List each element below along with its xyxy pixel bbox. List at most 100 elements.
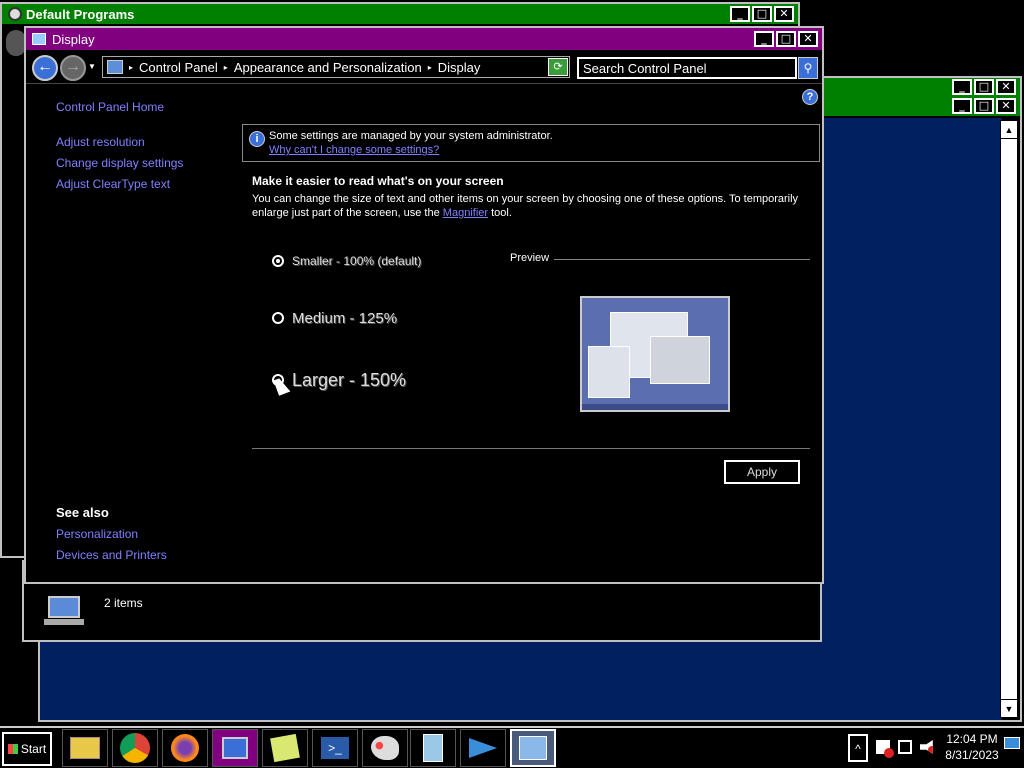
taskbar-remote-desktop[interactable] (212, 729, 258, 767)
admin-notice-text: Some settings are managed by your system… (269, 130, 553, 142)
close-button[interactable]: ✕ (996, 98, 1016, 114)
back-arrow-icon: ← (37, 58, 53, 75)
why-cant-change-link[interactable]: Why can't I change some settings? (269, 144, 439, 156)
admin-notice-box: i Some settings are managed by your syst… (242, 124, 820, 162)
minimize-button[interactable]: _ (952, 79, 972, 95)
forward-arrow-icon: → (65, 58, 81, 75)
description-text-1: You can change the size of text and othe… (252, 193, 799, 219)
option-smaller-label: Smaller - 100% (default) (292, 253, 422, 268)
minimize-button[interactable]: _ (754, 31, 774, 47)
breadcrumb-sep-icon[interactable]: ▸ (129, 63, 133, 72)
show-desktop-button[interactable] (1004, 737, 1022, 755)
taskbar-chrome[interactable] (112, 729, 158, 767)
default-programs-titlebar[interactable]: Default Programs (2, 4, 798, 24)
preview-image (580, 296, 730, 412)
refresh-button[interactable]: ⟳ (548, 58, 568, 76)
breadcrumb-sep-icon[interactable]: ▸ (428, 63, 432, 72)
windows-logo-icon (7, 744, 18, 754)
action-center-flag-icon[interactable] (876, 740, 894, 758)
network-icon[interactable] (898, 740, 912, 754)
navigation-bar: ← → ▼ ▸ Control Panel ▸ Appearance and P… (26, 52, 822, 84)
control-panel-icon (519, 736, 547, 760)
adjust-cleartype-link[interactable]: Adjust ClearType text (56, 177, 170, 191)
search-input[interactable] (577, 57, 797, 79)
clock[interactable]: 12:04 PM 8/31/2023 (940, 731, 1004, 763)
taskbar-paint[interactable] (362, 729, 408, 767)
taskbar-send[interactable] (460, 729, 506, 767)
status-item-count: 2 items (104, 596, 143, 610)
chrome-icon (120, 733, 150, 763)
display-window[interactable]: Display _ □ ✕ ← → ▼ ▸ Control Panel ▸ Ap… (24, 26, 824, 584)
search-button[interactable]: ⚲ (798, 57, 818, 79)
close-button[interactable]: ✕ (774, 6, 794, 22)
preview-label: Preview (510, 252, 550, 264)
taskbar-sticky-notes[interactable] (262, 729, 308, 767)
refresh-icon: ⟳ (553, 61, 563, 73)
control-panel-icon (107, 60, 123, 74)
change-display-settings-link[interactable]: Change display settings (56, 156, 183, 170)
breadcrumb-appearance[interactable]: Appearance and Personalization (234, 60, 422, 75)
paper-plane-icon (469, 738, 497, 758)
firefox-icon (171, 734, 199, 762)
preview-divider (554, 259, 810, 260)
vertical-scrollbar[interactable]: ▲ ▼ (1000, 120, 1018, 718)
personalization-link[interactable]: Personalization (56, 527, 138, 541)
page-heading: Make it easier to read what's on your sc… (252, 174, 504, 188)
option-larger-label: Larger - 150% (292, 369, 407, 390)
option-medium[interactable]: Medium - 125% (272, 309, 397, 327)
taskbar-notepad[interactable] (410, 729, 456, 767)
option-medium-label: Medium - 125% (292, 309, 398, 327)
computer-icon (44, 596, 84, 626)
display-window-icon (32, 33, 46, 45)
back-button[interactable]: ← (32, 55, 58, 81)
control-panel-home-link[interactable]: Control Panel Home (56, 100, 164, 114)
scroll-up-arrow-icon[interactable]: ▲ (1001, 121, 1017, 139)
clock-time: 12:04 PM (946, 732, 998, 746)
radio-smaller[interactable] (272, 254, 284, 267)
address-bar[interactable]: ▸ Control Panel ▸ Appearance and Persona… (102, 56, 570, 78)
start-button[interactable]: Start (2, 732, 52, 766)
minimize-button[interactable]: _ (730, 6, 750, 22)
description-text-2: tool. (491, 207, 512, 219)
taskbar-powershell[interactable]: >_ (312, 729, 358, 767)
see-also-heading: See also (56, 505, 109, 520)
close-button[interactable]: ✕ (798, 31, 818, 47)
forward-button[interactable]: → (60, 55, 86, 81)
devices-printers-link[interactable]: Devices and Printers (56, 548, 167, 562)
option-larger[interactable]: Larger - 150% (272, 369, 406, 391)
minimize-button[interactable]: _ (952, 98, 972, 114)
taskbar-control-panel[interactable] (510, 729, 556, 767)
taskbar-file-explorer[interactable] (62, 729, 108, 767)
help-icon[interactable]: ? (802, 89, 818, 105)
display-title: Display (52, 31, 95, 47)
history-dropdown-icon[interactable]: ▼ (88, 62, 96, 71)
close-button[interactable]: ✕ (996, 79, 1016, 95)
powershell-icon: >_ (321, 737, 349, 759)
remote-desktop-icon (222, 737, 248, 759)
maximize-button[interactable]: □ (752, 6, 772, 22)
notepad-icon (423, 734, 443, 762)
radio-medium[interactable] (272, 312, 284, 325)
breadcrumb-control-panel[interactable]: Control Panel (139, 60, 218, 75)
option-smaller[interactable]: Smaller - 100% (default) (272, 253, 421, 268)
maximize-button[interactable]: □ (974, 79, 994, 95)
sticky-notes-icon (270, 733, 300, 763)
folder-icon (70, 737, 100, 759)
breadcrumb-sep-icon[interactable]: ▸ (224, 63, 228, 72)
maximize-button[interactable]: □ (776, 31, 796, 47)
breadcrumb-display[interactable]: Display (438, 60, 481, 75)
info-icon: i (249, 131, 265, 147)
content-divider (252, 448, 810, 449)
default-programs-icon (8, 7, 22, 21)
maximize-button[interactable]: □ (974, 98, 994, 114)
magnifier-link[interactable]: Magnifier (443, 207, 488, 219)
apply-button[interactable]: Apply (723, 459, 801, 485)
adjust-resolution-link[interactable]: Adjust resolution (56, 135, 145, 149)
default-programs-title: Default Programs (26, 6, 135, 22)
back-nav-icon[interactable] (6, 30, 26, 56)
scroll-down-arrow-icon[interactable]: ▼ (1001, 699, 1017, 717)
display-titlebar[interactable]: Display (26, 28, 822, 50)
taskbar-firefox[interactable] (162, 729, 208, 767)
desktop-icon (1004, 737, 1020, 749)
tray-chevron-button[interactable]: ^ (848, 734, 868, 762)
